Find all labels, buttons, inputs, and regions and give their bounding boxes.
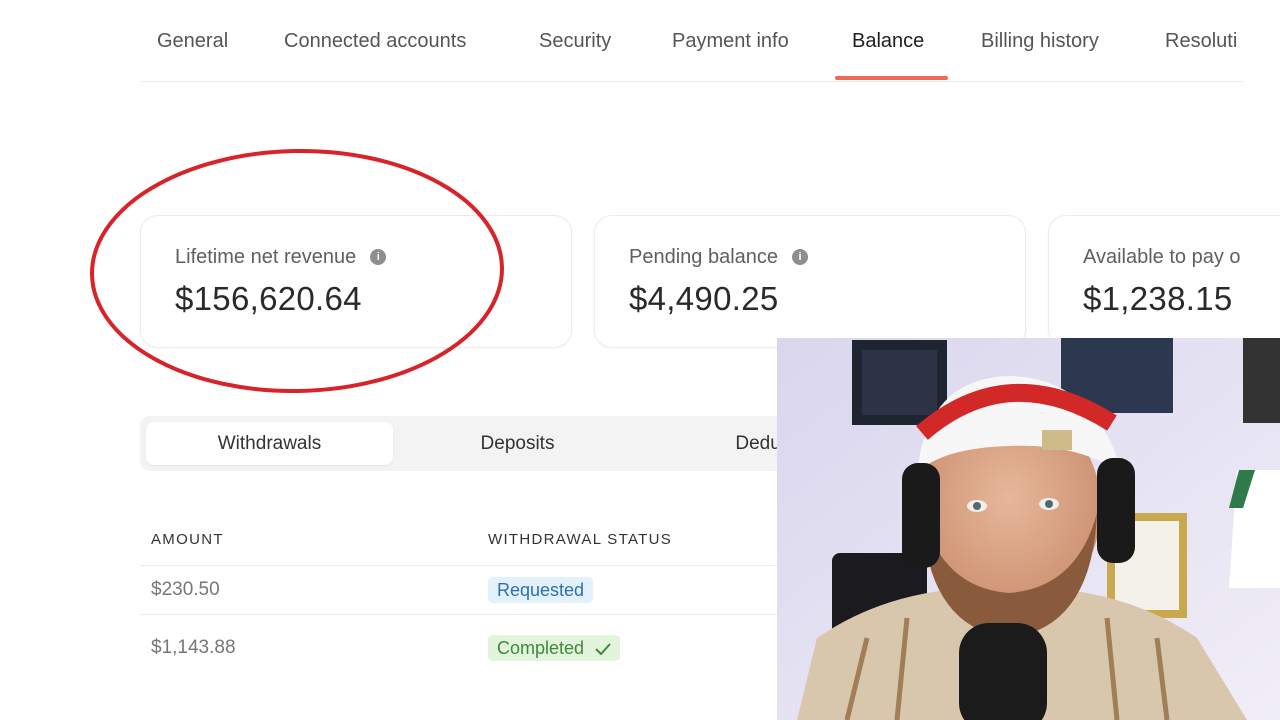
webcam-overlay [777, 338, 1280, 720]
card-label-text: Available to pay o [1083, 246, 1241, 268]
tab-security[interactable]: Security [539, 30, 611, 53]
status-text: Requested [497, 580, 585, 600]
info-icon[interactable]: i [792, 248, 809, 265]
info-icon[interactable]: i [370, 248, 387, 265]
pending-balance-card: Pending balance i $4,490.25 [594, 215, 1026, 348]
table-divider [140, 614, 840, 615]
status-badge-requested: Requested [488, 577, 594, 603]
card-value: $1,238.15 [1083, 280, 1233, 317]
table-divider [140, 565, 840, 566]
webcam-feed [777, 338, 1280, 720]
card-value: $156,620.64 [175, 280, 362, 317]
active-tab-indicator [835, 76, 948, 80]
column-header-withdrawal-status[interactable]: WITHDRAWAL STATUS [488, 531, 672, 548]
lifetime-net-revenue-card: Lifetime net revenue i $156,620.64 [140, 215, 572, 348]
card-value: $4,490.25 [629, 280, 779, 317]
tab-resolution[interactable]: Resoluti [1165, 30, 1237, 53]
page: General Connected accounts Security Paym… [0, 0, 1280, 720]
available-to-pay-card: Available to pay o $1,238.15 [1048, 215, 1280, 348]
segment-withdrawals[interactable]: Withdrawals [146, 422, 393, 465]
card-label-text: Pending balance [629, 246, 779, 268]
card-label: Lifetime net revenue i [175, 246, 387, 269]
column-header-amount[interactable]: AMOUNT [151, 531, 224, 548]
tab-payment-info[interactable]: Payment info [672, 30, 789, 53]
card-label-text: Lifetime net revenue [175, 246, 357, 268]
tab-connected-accounts[interactable]: Connected accounts [284, 30, 466, 53]
settings-tabs: General Connected accounts Security Paym… [140, 0, 1244, 82]
tab-billing-history[interactable]: Billing history [981, 30, 1099, 53]
table-cell-amount: $230.50 [151, 579, 220, 600]
card-label: Available to pay o [1083, 246, 1241, 269]
card-label: Pending balance i [629, 246, 809, 269]
status-badge-completed: Completed [488, 635, 621, 661]
segment-deposits[interactable]: Deposits [394, 422, 641, 465]
table-cell-amount: $1,143.88 [151, 637, 236, 658]
tab-general[interactable]: General [157, 30, 228, 53]
tab-balance[interactable]: Balance [852, 30, 924, 53]
check-icon [595, 643, 611, 656]
status-text: Completed [497, 638, 585, 658]
transaction-type-segment: Withdrawals Deposits Deduct [140, 416, 840, 471]
